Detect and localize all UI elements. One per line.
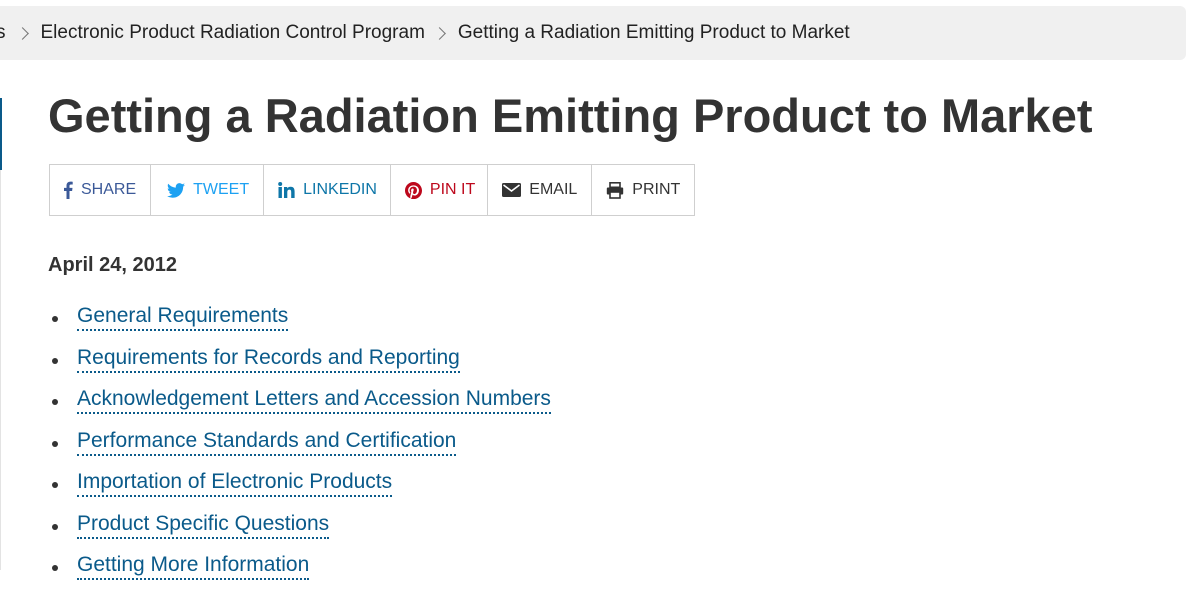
share-linkedin-button[interactable]: LINKEDIN <box>264 165 391 215</box>
list-item: Acknowledgement Letters and Accession Nu… <box>48 387 551 429</box>
share-facebook-label: SHARE <box>81 181 137 198</box>
twitter-icon <box>167 182 186 198</box>
share-email-label: EMAIL <box>529 181 578 198</box>
link-importation[interactable]: Importation of Electronic Products <box>77 470 393 497</box>
share-pinterest-button[interactable]: PIN IT <box>391 165 489 215</box>
publish-date: April 24, 2012 <box>48 254 177 276</box>
page-title: Getting a Radiation Emitting Product to … <box>48 89 1093 142</box>
share-email-button[interactable]: EMAIL <box>488 165 593 215</box>
breadcrumb: s Electronic Product Radiation Control P… <box>0 6 1186 60</box>
chevron-right-icon <box>433 26 446 40</box>
share-facebook-button[interactable]: SHARE <box>50 165 152 215</box>
share-pinterest-label: PIN IT <box>429 181 476 198</box>
bullet-icon <box>52 399 58 405</box>
bullet-icon <box>52 316 58 322</box>
link-product-specific-questions[interactable]: Product Specific Questions <box>77 512 330 539</box>
list-item: Importation of Electronic Products <box>48 470 551 512</box>
bullet-icon <box>52 482 58 488</box>
share-twitter-label: TWEET <box>193 181 250 198</box>
link-getting-more-information[interactable]: Getting More Information <box>77 553 310 580</box>
breadcrumb-item-electronic-product-radiation-control[interactable]: Electronic Product Radiation Control Pro… <box>41 22 425 44</box>
list-item: Performance Standards and Certification <box>48 429 551 471</box>
left-nav-accent-bar <box>0 98 2 170</box>
list-item: Requirements for Records and Reporting <box>48 346 551 388</box>
printer-icon <box>606 181 624 199</box>
chevron-right-icon <box>15 26 29 40</box>
breadcrumb-item-current: Getting a Radiation Emitting Product to … <box>457 22 850 43</box>
link-records-and-reporting[interactable]: Requirements for Records and Reporting <box>77 346 460 373</box>
bullet-icon <box>52 523 58 530</box>
linkedin-icon <box>278 182 295 198</box>
share-print-label: PRINT <box>632 181 681 198</box>
breadcrumb-item-truncated[interactable]: s <box>0 22 6 44</box>
left-nav-divider <box>0 170 1 570</box>
share-linkedin-label: LINKEDIN <box>303 181 377 198</box>
share-print-button[interactable]: PRINT <box>592 165 694 215</box>
content-link-list: General Requirements Requirements for Re… <box>48 304 551 595</box>
bullet-icon <box>52 565 58 571</box>
link-acknowledgement-letters[interactable]: Acknowledgement Letters and Accession Nu… <box>77 387 551 414</box>
bullet-icon <box>52 357 58 364</box>
link-general-requirements[interactable]: General Requirements <box>77 304 289 331</box>
pinterest-icon <box>404 181 422 199</box>
share-toolbar: SHARE TWEET LINKEDIN PIN IT EMAIL PRINT <box>49 164 696 216</box>
facebook-icon <box>63 181 73 199</box>
envelope-icon <box>502 183 522 197</box>
list-item: General Requirements <box>48 304 551 346</box>
bullet-icon <box>52 440 58 447</box>
list-item: Getting More Information <box>48 553 551 595</box>
link-performance-standards[interactable]: Performance Standards and Certification <box>77 429 457 456</box>
list-item: Product Specific Questions <box>48 512 551 554</box>
share-twitter-button[interactable]: TWEET <box>151 165 265 215</box>
